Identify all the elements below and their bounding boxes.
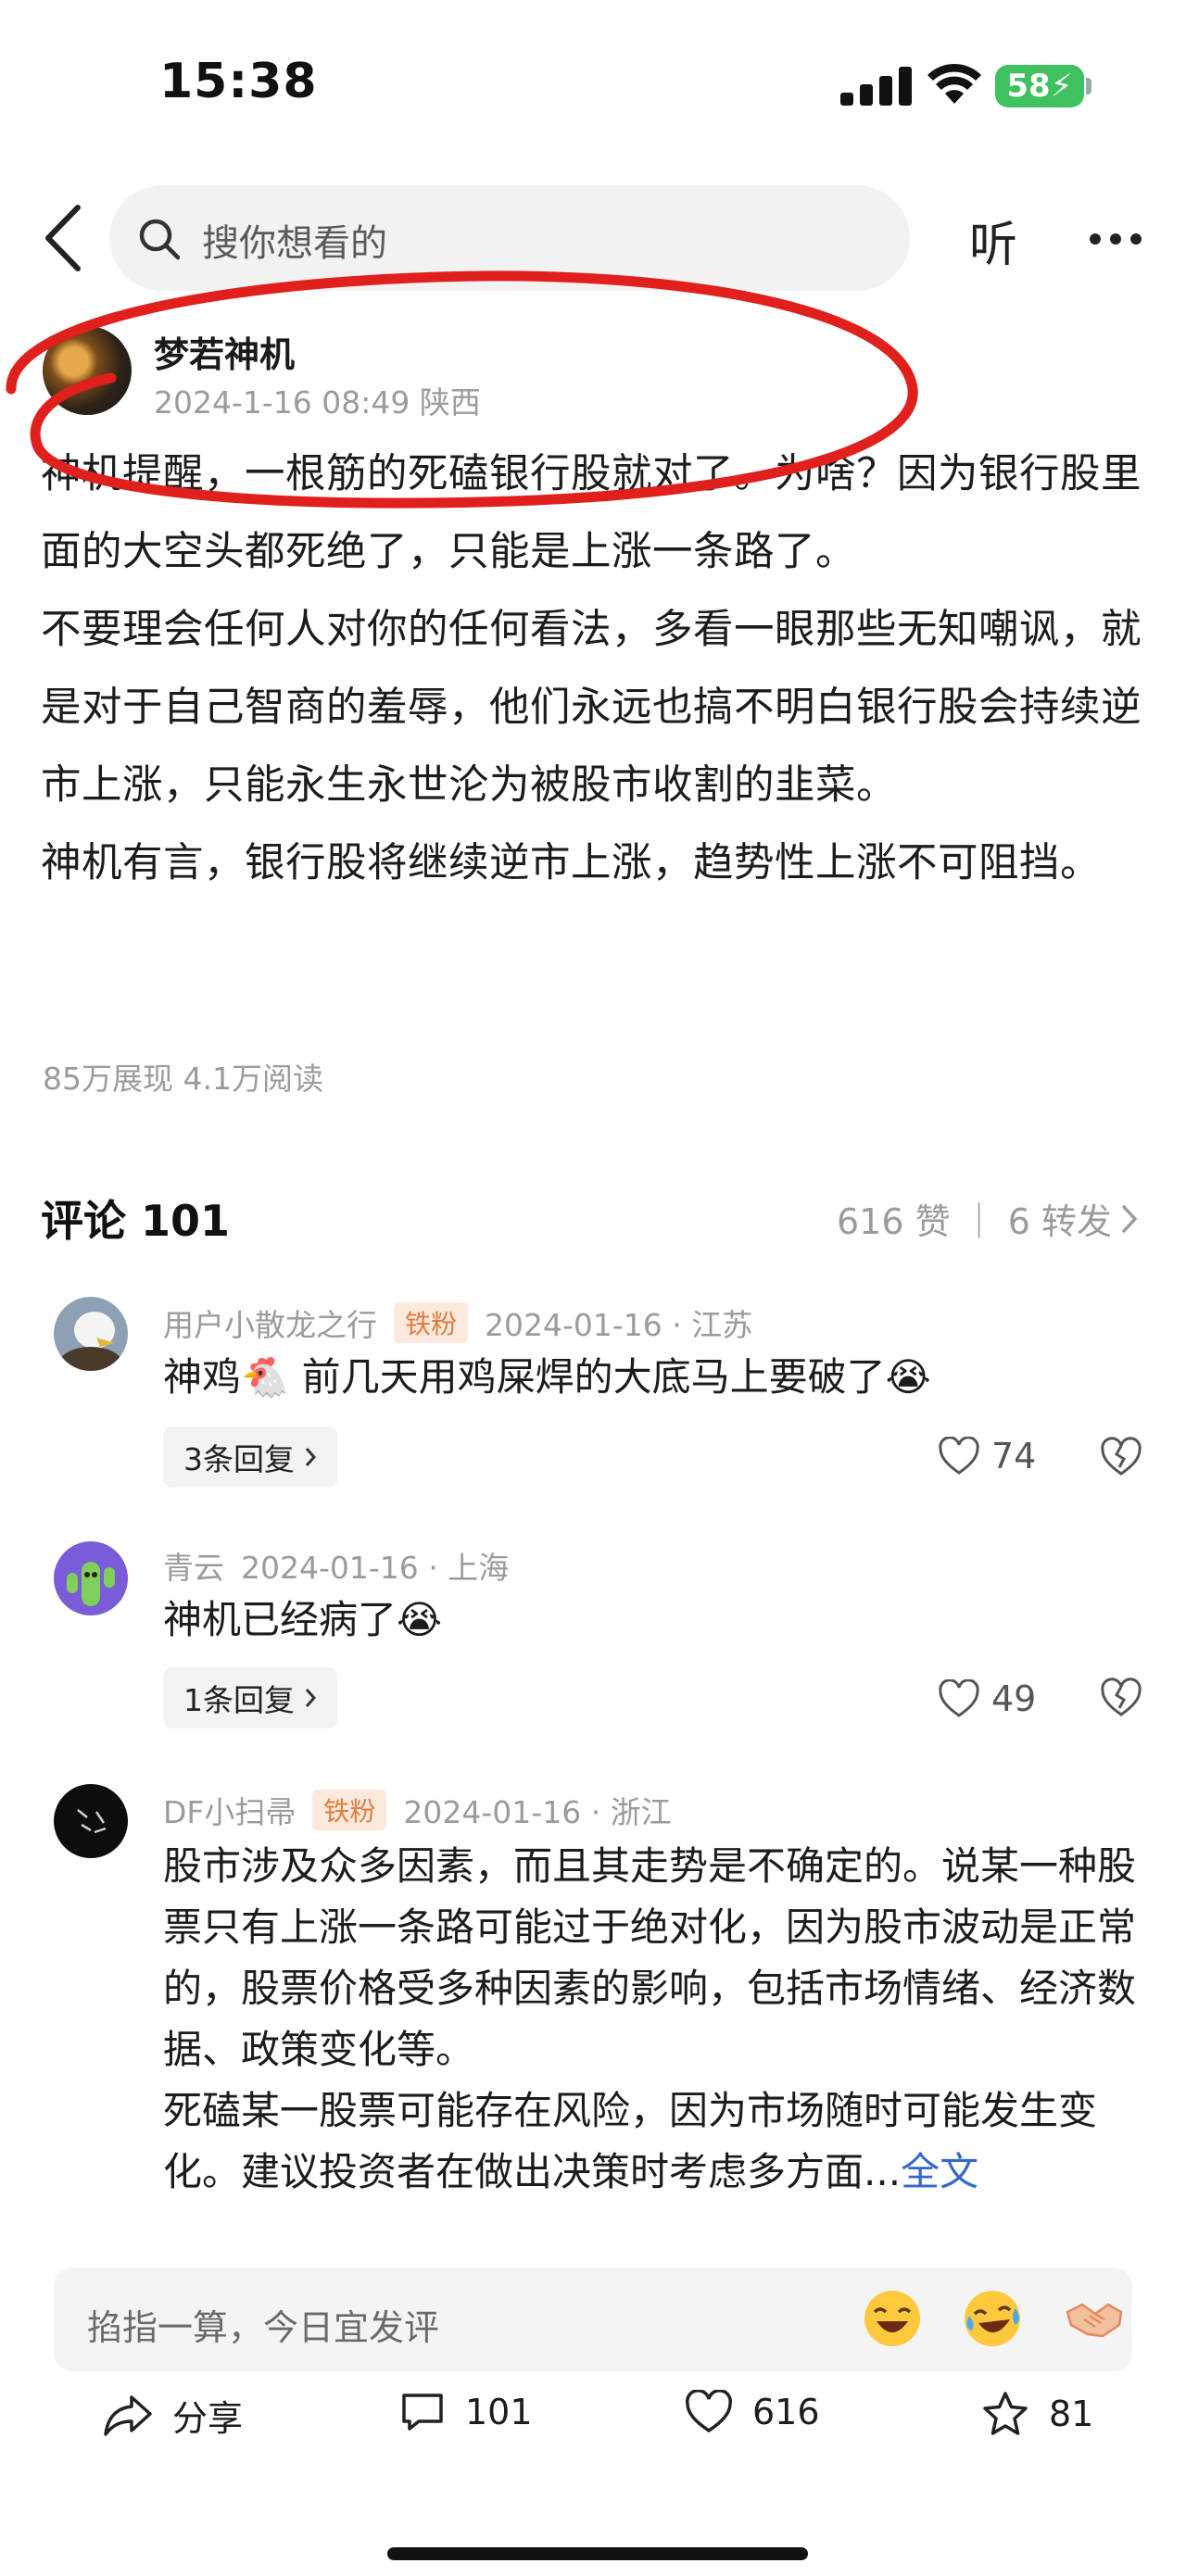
heart-icon [685, 2390, 733, 2433]
replies-label: 3条回复 [183, 1441, 295, 1477]
comment-username[interactable]: 青云 [163, 1543, 224, 1588]
status-bar: 15:38 58 ⚡ [0, 0, 1186, 176]
comment-username[interactable]: 用户小散龙之行 [163, 1301, 377, 1345]
like-count: 616 [752, 2392, 820, 2432]
like-button[interactable]: 616 [684, 2390, 820, 2434]
comment-icon [402, 2394, 443, 2431]
share-button[interactable]: 分享 [102, 2390, 243, 2441]
comment-meta: 2024-01-16 · 浙江 [403, 1794, 672, 1830]
comment-input[interactable]: 掐指一算，今日宜发评 [54, 2268, 1132, 2371]
heart-icon [939, 1437, 979, 1475]
comment-input-placeholder: 掐指一算，今日宜发评 [87, 2307, 440, 2348]
post-stats: 85万展现 4.1万阅读 [43, 1061, 323, 1097]
listen-button[interactable]: 听 [969, 206, 1017, 275]
battery-cap [1086, 78, 1091, 94]
comment-paragraph: 死磕某一股票可能存在风险，因为市场随时可能发生变化。建议投资者在做出决策时考虑多… [163, 2080, 1156, 2203]
commenter-avatar[interactable] [54, 1541, 128, 1615]
fan-badge: 铁粉 [394, 1302, 469, 1343]
comment-user-row: 用户小散龙之行 铁粉 2024-01-16 · 江苏 [163, 1301, 752, 1345]
fan-badge: 铁粉 [312, 1790, 387, 1830]
comment-username[interactable]: DF小扫帚 [163, 1788, 296, 1832]
comments-summary[interactable]: 616 赞 ｜ 6 转发 [837, 1193, 1140, 1244]
view-replies-button[interactable]: 1条回复 [163, 1667, 337, 1728]
replies-label: 1条回复 [183, 1682, 295, 1718]
signal-icon [840, 67, 912, 106]
commenter-avatar[interactable] [54, 1297, 128, 1371]
comment-meta: 2024-01-16 · 上海 [241, 1550, 510, 1586]
crying-laughing-emoji-icon[interactable] [962, 2288, 1023, 2349]
comment-count: 101 [465, 2392, 533, 2432]
search-icon [139, 219, 181, 260]
comment-user-row: DF小扫帚 铁粉 2024-01-16 · 浙江 [163, 1788, 672, 1832]
comments-title: 评论 101 [41, 1196, 231, 1246]
heart-icon [939, 1679, 979, 1717]
commenter-avatar[interactable] [54, 1784, 128, 1858]
share-label: 分享 [172, 2398, 244, 2439]
battery-icon: 58 ⚡ [995, 65, 1084, 107]
chevron-right-icon [305, 1448, 317, 1466]
view-replies-button[interactable]: 3条回复 [163, 1426, 337, 1488]
favorite-count: 81 [1049, 2394, 1094, 2434]
laughing-emoji-icon[interactable] [862, 2288, 923, 2349]
post-paragraph: 不要理会任何人对你的任何看法，多看一眼那些无知嘲讽，就是对于自己智商的羞辱，他们… [41, 607, 1142, 809]
star-icon [983, 2392, 1028, 2435]
like-count: 74 [991, 1436, 1037, 1476]
comment-text: 神机已经病了😭 [163, 1597, 443, 1642]
comments-summary-text: 616 赞 ｜ 6 转发 [836, 1201, 1112, 1242]
share-icon [104, 2394, 152, 2436]
comment-text: 股市涉及众多因素，而且其走势是不确定的。说某一种股票只有上涨一条路可能过于绝对化… [163, 1836, 1156, 2203]
red-annotation-ellipse [6, 270, 918, 509]
post-paragraph: 神机有言，银行股将继续逆市上涨，趋势性上涨不可阻挡。 [41, 840, 1101, 886]
comment-meta: 2024-01-16 · 江苏 [485, 1307, 753, 1343]
comment-count-button[interactable]: 101 [398, 2390, 533, 2434]
handshake-emoji-icon[interactable] [1064, 2288, 1125, 2349]
favorite-button[interactable]: 81 [980, 2390, 1093, 2438]
wifi-icon [927, 63, 981, 104]
dislike-icon[interactable] [1099, 1434, 1143, 1478]
status-time: 15:38 [159, 54, 318, 109]
full-text-link[interactable]: 全文 [901, 2149, 978, 2194]
comment-like-button[interactable]: 49 [938, 1678, 1036, 1719]
comment-user-row: 青云 2024-01-16 · 上海 [163, 1543, 509, 1588]
comment-paragraph: 股市涉及众多因素，而且其走势是不确定的。说某一种股票只有上涨一条路可能过于绝对化… [163, 1843, 1137, 2072]
home-indicator[interactable] [387, 2547, 808, 2560]
battery-level: 58 [1006, 68, 1051, 105]
comment-like-button[interactable]: 74 [938, 1436, 1036, 1476]
dislike-icon[interactable] [1099, 1675, 1143, 1719]
like-count: 49 [991, 1678, 1037, 1719]
comment-text: 神鸡🐔 前几天用鸡屎焊的大底马上要破了😭 [163, 1354, 931, 1400]
more-options-icon[interactable] [1088, 232, 1143, 246]
chevron-right-icon [1122, 1204, 1138, 1233]
chevron-right-icon [305, 1689, 317, 1707]
